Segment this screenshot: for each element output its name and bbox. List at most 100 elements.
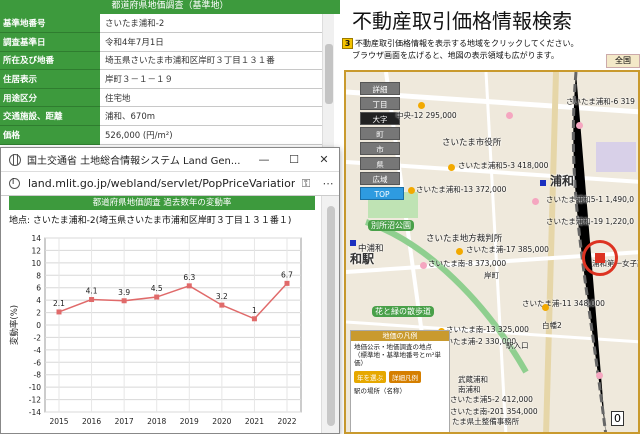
x-tick-label: 2017 — [115, 417, 134, 426]
instructions: 3 不動産取引価格情報を表示する地域をクリックしてください。 ブラウザ画面を広げる… — [340, 38, 640, 62]
url-text[interactable]: land.mlit.go.jp/webland/servlet/PopPrice… — [28, 177, 295, 190]
price-point-marker[interactable] — [506, 112, 513, 119]
map-label[interactable]: 中央-12 295,000 — [396, 110, 457, 121]
zoom-button[interactable]: 県 — [360, 157, 400, 170]
station-marker[interactable] — [540, 180, 546, 186]
map-label[interactable]: さいたま浦5-2 412,000 — [450, 394, 533, 405]
page-title: 不動産取引価格情報検索 — [352, 9, 572, 33]
window-titlebar[interactable]: 国土交通省 土地総合情報システム Land Gen... — ☐ ✕ — [1, 148, 339, 172]
map-label[interactable]: さいたま地方裁判所 — [426, 232, 502, 244]
legend-title: 地価の凡例 — [351, 331, 449, 341]
price-point-marker[interactable] — [408, 187, 415, 194]
map-label[interactable]: さいたま浦和5-3 418,000 — [458, 160, 548, 171]
survey-value: さいたま浦和-2 — [100, 14, 330, 34]
survey-header: 都道府県地価調査（基準地） — [0, 0, 340, 14]
key-icon[interactable]: ⚿ — [295, 177, 317, 191]
screen: 都道府県地価調査（基準地） 基準地番号 さいたま浦和-2 調査基準日 令和4年7月1日… — [0, 0, 640, 434]
data-label: 3.9 — [118, 288, 130, 297]
data-point — [154, 294, 160, 300]
survey-row: 用途区分 住宅地 — [0, 88, 330, 108]
variation-chart: 14 12 10 8 6 4 2 0 -2 -4 -6 -8 -10 -12 -14 2015 2016 2017… — [9, 234, 302, 426]
data-point — [284, 280, 290, 286]
popup-scrollbar[interactable] — [321, 196, 339, 433]
detail-legend-button[interactable]: 詳細凡例 — [389, 371, 421, 383]
site-info-icon[interactable] — [9, 177, 20, 189]
close-icon[interactable]: ✕ — [309, 153, 339, 166]
y-tick-label: 10 — [31, 259, 41, 268]
map-label[interactable]: さいたま浦和-19 1,220,0 — [546, 216, 634, 227]
popup-scroll-thumb[interactable] — [327, 206, 335, 426]
price-point-marker[interactable] — [542, 304, 549, 311]
legend-station-label: 駅の場所（名称） — [354, 387, 406, 395]
map-label[interactable]: さいたま南-13 325,000 — [446, 324, 529, 335]
maximize-icon[interactable]: ☐ — [279, 153, 309, 166]
map-label[interactable]: さいたま浦和5-1 1,490,0 — [546, 194, 634, 205]
map-label[interactable]: 浦和 — [550, 172, 574, 189]
y-tick-label: -10 — [29, 383, 41, 392]
legend-buttons: 年を選ぶ 詳細凡例 — [351, 369, 449, 385]
zoom-button[interactable]: 詳細 — [360, 82, 400, 95]
price-search-page: 不動産取引価格情報検索 3 不動産取引価格情報を表示する地域をクリックしてください… — [340, 0, 640, 434]
map-label[interactable]: 花と緑の散歩道 — [372, 306, 434, 317]
legend-survey-points: 地価公示・地価調査の地点 （標準地・基準地番号とm²単価） — [351, 341, 449, 369]
map-label[interactable]: 白幡2 — [542, 320, 562, 331]
survey-scroll-thumb[interactable] — [325, 44, 333, 104]
data-point — [121, 298, 127, 304]
survey-row: 基準地番号 さいたま浦和-2 — [0, 14, 330, 34]
map-label[interactable]: さいたま南-8 373,000 — [428, 258, 506, 269]
chart-banner: 都道府県地価調査 過去数年の変動率 — [9, 196, 315, 210]
station-marker[interactable] — [350, 240, 356, 246]
survey-key: 住居表示 — [0, 69, 100, 89]
price-point-marker[interactable] — [418, 102, 425, 109]
y-tick-label: 4 — [36, 296, 41, 305]
survey-value: 526,000 (円/m²) — [100, 125, 330, 145]
map-label[interactable]: さいたま浦-17 385,000 — [466, 244, 549, 255]
zoom-button[interactable]: 丁目 — [360, 97, 400, 110]
survey-value: 浦和、670m — [100, 106, 330, 127]
zoom-button[interactable]: 大字 — [360, 112, 400, 125]
data-point — [89, 297, 95, 303]
survey-row: 交通施設、距離 浦和、670m — [0, 106, 330, 127]
map-label[interactable]: 駅入口 — [506, 340, 529, 351]
survey-key: 用途区分 — [0, 88, 100, 108]
y-tick-label: -12 — [29, 396, 41, 405]
map-label[interactable]: たま県土整備事務所 — [452, 416, 519, 427]
minimize-icon[interactable]: — — [249, 153, 279, 166]
zoom-button[interactable]: 町 — [360, 127, 400, 140]
y-tick-label: 8 — [36, 271, 41, 280]
data-label: 4.1 — [86, 287, 98, 296]
map-label[interactable]: 和駅 — [350, 250, 374, 267]
map-label[interactable]: さいたま市役所 — [442, 136, 501, 148]
x-tick-label: 2019 — [180, 417, 199, 426]
map-label[interactable]: 別所沼公園 — [368, 220, 414, 231]
price-point-marker[interactable] — [596, 372, 603, 379]
x-tick-label: 2021 — [245, 417, 264, 426]
y-tick-label: 14 — [31, 234, 41, 243]
browser-menu-icon[interactable]: ⋯ — [317, 177, 339, 190]
legend-line-1: 地価公示・地価調査の地点 — [354, 343, 432, 351]
address-bar[interactable]: land.mlit.go.jp/webland/servlet/PopPrice… — [1, 172, 339, 196]
y-tick-label: 12 — [31, 246, 41, 255]
zoom-button[interactable]: TOP — [360, 187, 404, 200]
map-label[interactable]: さいたま浦和-6 319 — [566, 96, 635, 107]
map-label[interactable]: 岸町 — [484, 270, 499, 281]
zoom-button[interactable]: 市 — [360, 142, 400, 155]
window-title: 国土交通省 土地総合情報システム Land Gen... — [27, 156, 241, 167]
map-label[interactable]: さいたま浦和-13 372,000 — [416, 184, 506, 195]
map-label[interactable]: さいたま浦-11 348,000 — [522, 298, 605, 309]
price-point-marker[interactable] — [456, 248, 463, 255]
step-number: 3 — [342, 38, 353, 49]
popup-window: 国土交通省 土地総合情報システム Land Gen... — ☐ ✕ land.… — [0, 147, 340, 434]
tab-nationwide[interactable]: 全国 — [606, 54, 640, 68]
selected-point-marker[interactable] — [582, 240, 618, 276]
survey-row: 所在及び地番 埼玉県さいたま市浦和区岸町３丁目１３１番 — [0, 51, 330, 71]
zoom-button[interactable]: 広域 — [360, 172, 400, 185]
price-point-marker[interactable] — [420, 262, 427, 269]
map[interactable]: 詳細丁目大字町市県広域 TOP さいたま浦和-6 319 中央-12 295,000… — [344, 70, 640, 434]
select-year-button[interactable]: 年を選ぶ — [354, 371, 386, 383]
x-tick-label: 2016 — [82, 417, 101, 426]
price-point-marker[interactable] — [448, 164, 455, 171]
data-label: 2.1 — [53, 299, 65, 308]
price-point-marker[interactable] — [532, 198, 539, 205]
price-point-marker[interactable] — [576, 122, 583, 129]
